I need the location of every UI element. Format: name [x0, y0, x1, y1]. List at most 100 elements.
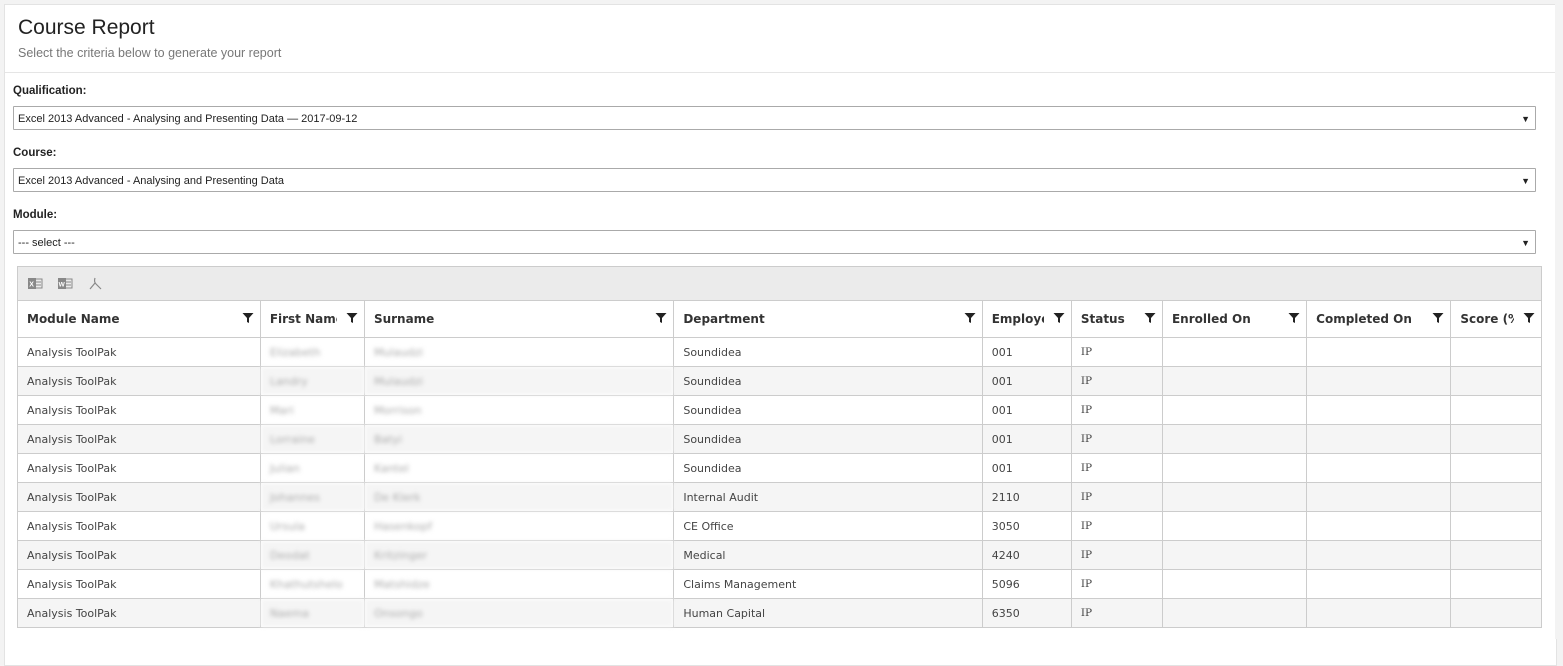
enrolled-on-cell — [1162, 337, 1308, 367]
filter-icon[interactable] — [345, 312, 358, 324]
department-cell: Soundidea — [673, 366, 983, 396]
enrolled-on-cell — [1162, 482, 1308, 512]
department-cell: Soundidea — [673, 395, 983, 425]
report-table: Module Name First Name Surname Department Em… — [18, 301, 1541, 628]
column-header[interactable]: Status — [1071, 301, 1163, 338]
excel-export-icon[interactable]: X — [27, 277, 43, 291]
first-name-cell: Elizabeth — [260, 337, 365, 367]
word-export-icon[interactable]: W — [57, 277, 73, 291]
table-row[interactable]: Analysis ToolPak Johannes De Klerk Internal… — [18, 482, 1541, 512]
status-cell: IP — [1071, 424, 1163, 454]
completed-on-cell — [1306, 598, 1452, 628]
completed-on-cell — [1306, 482, 1452, 512]
column-header[interactable]: Score (%) — [1450, 301, 1541, 338]
column-header-label: Surname — [373, 312, 435, 327]
surname-cell: Mulaudzi — [364, 366, 675, 396]
department-cell: Soundidea — [673, 424, 983, 454]
score-cell — [1450, 453, 1541, 483]
filter-icon[interactable] — [1523, 312, 1535, 324]
employee-cell: 4240 — [982, 540, 1072, 570]
surname-cell: Kritzinger — [364, 540, 675, 570]
table-row[interactable]: Analysis ToolPak Lorraine Batyi Soundidea 00… — [18, 424, 1541, 454]
first-name-cell: Johannes — [260, 482, 365, 512]
enrolled-on-cell — [1162, 424, 1308, 454]
status-cell: IP — [1071, 482, 1163, 512]
table-row[interactable]: Analysis ToolPak Elizabeth Mulaudzi Soundid… — [18, 337, 1541, 367]
surname-cell: Morrison — [364, 395, 675, 425]
employee-cell: 001 — [982, 337, 1072, 367]
table-row[interactable]: Analysis ToolPak Landry Mulaudzi Soundidea 0… — [18, 366, 1541, 396]
score-cell — [1450, 424, 1541, 454]
score-cell — [1450, 366, 1541, 396]
surname-cell: Kantel — [364, 453, 675, 483]
pdf-export-icon[interactable] — [87, 277, 103, 291]
completed-on-cell — [1306, 569, 1452, 599]
status-cell: IP — [1071, 598, 1163, 628]
first-name-cell: Lorraine — [260, 424, 365, 454]
column-header[interactable]: Department — [673, 301, 983, 338]
enrolled-on-cell — [1162, 366, 1308, 396]
course-value: Excel 2013 Advanced - Analysing and Pres… — [18, 175, 285, 187]
module-select[interactable]: --- select --- ▼ — [13, 230, 1536, 254]
column-header[interactable]: Enrolled On — [1162, 301, 1308, 338]
table-row[interactable]: Analysis ToolPak Khathutshelo Matshidze Cla… — [18, 569, 1541, 599]
first-name-cell: Ursula — [260, 511, 365, 541]
department-cell: Soundidea — [673, 337, 983, 367]
filter-icon[interactable] — [1143, 312, 1156, 324]
filter-icon[interactable] — [1288, 312, 1301, 324]
module-name-cell: Analysis ToolPak — [18, 540, 261, 570]
page-title: Course Report — [18, 16, 155, 39]
status-cell: IP — [1071, 453, 1163, 483]
svg-text:W: W — [58, 282, 65, 289]
filter-icon[interactable] — [1052, 312, 1065, 324]
surname-cell: Batyi — [364, 424, 675, 454]
department-cell: Medical — [673, 540, 983, 570]
column-header-label: Module Name — [27, 312, 120, 327]
filter-icon[interactable] — [1432, 312, 1445, 324]
table-row[interactable]: Analysis ToolPak Naema Onsongo Human Capita… — [18, 598, 1541, 628]
table-row[interactable]: Analysis ToolPak Julian Kantel Soundidea 001… — [18, 453, 1541, 483]
course-select[interactable]: Excel 2013 Advanced - Analysing and Pres… — [13, 168, 1536, 192]
column-header[interactable]: First Name — [260, 301, 365, 338]
qualification-select[interactable]: Excel 2013 Advanced - Analysing and Pres… — [13, 106, 1536, 130]
module-name-cell: Analysis ToolPak — [18, 453, 261, 483]
module-name-cell: Analysis ToolPak — [18, 482, 261, 512]
column-header[interactable]: Completed On — [1306, 301, 1452, 338]
report-grid: X W Module Name First Name Surname Departme… — [17, 266, 1542, 628]
employee-cell: 6350 — [982, 598, 1072, 628]
surname-cell: Hasenkopf — [364, 511, 675, 541]
column-header-label: Score (%) — [1460, 312, 1514, 327]
filter-icon[interactable] — [655, 312, 668, 324]
completed-on-cell — [1306, 511, 1452, 541]
column-header[interactable]: Surname — [364, 301, 675, 338]
status-cell: IP — [1071, 511, 1163, 541]
column-header[interactable]: Module Name — [18, 301, 261, 338]
dropdown-caret-icon: ▼ — [1521, 238, 1530, 248]
surname-cell: Matshidze — [364, 569, 675, 599]
table-header-row: Module Name First Name Surname Department Em… — [18, 301, 1541, 338]
qualification-value: Excel 2013 Advanced - Analysing and Pres… — [18, 113, 358, 125]
surname-cell: De Klerk — [364, 482, 675, 512]
score-cell — [1450, 598, 1541, 628]
enrolled-on-cell — [1162, 540, 1308, 570]
column-header-label: Department — [683, 312, 765, 327]
employee-cell: 2110 — [982, 482, 1072, 512]
dropdown-caret-icon: ▼ — [1521, 176, 1530, 186]
dropdown-caret-icon: ▼ — [1521, 114, 1530, 124]
first-name-cell: Landry — [260, 366, 365, 396]
page-scrollbar[interactable] — [1555, 0, 1563, 639]
first-name-cell: Mari — [260, 395, 365, 425]
first-name-cell: Julian — [260, 453, 365, 483]
column-header[interactable]: Employee No — [982, 301, 1072, 338]
table-row[interactable]: Analysis ToolPak Mari Morrison Soundidea 001… — [18, 395, 1541, 425]
table-row[interactable]: Analysis ToolPak Deodat Kritzinger Medical 4… — [18, 540, 1541, 570]
enrolled-on-cell — [1162, 453, 1308, 483]
table-row[interactable]: Analysis ToolPak Ursula Hasenkopf CE Office… — [18, 511, 1541, 541]
qualification-label: Qualification: — [13, 85, 87, 97]
filter-icon[interactable] — [241, 312, 254, 324]
completed-on-cell — [1306, 395, 1452, 425]
module-name-cell: Analysis ToolPak — [18, 395, 261, 425]
filter-icon[interactable] — [963, 312, 976, 324]
enrolled-on-cell — [1162, 598, 1308, 628]
employee-cell: 001 — [982, 395, 1072, 425]
